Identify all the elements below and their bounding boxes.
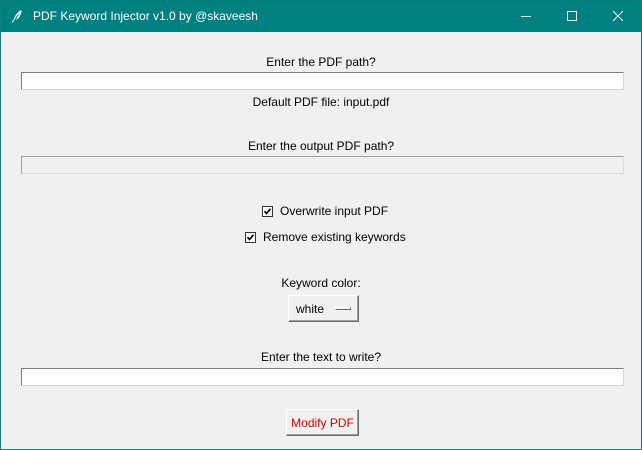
remove-keywords-checkbox[interactable] [245,232,256,243]
close-button[interactable] [595,1,641,32]
minimize-button[interactable] [503,1,549,32]
keyword-color-selected: white [296,302,325,316]
output-path-label: Enter the output PDF path? [247,139,395,153]
pdf-path-input[interactable] [21,72,624,90]
title-bar[interactable]: PDF Keyword Injector v1.0 by @skaveesh [1,1,641,32]
output-path-input[interactable] [21,156,624,174]
overwrite-checkbox-label: Overwrite input PDF [280,204,389,218]
pdf-path-label: Enter the PDF path? [266,55,376,69]
modify-pdf-button[interactable]: Modify PDF [286,409,359,436]
text-label: Enter the text to write? [260,350,382,364]
window-title: PDF Keyword Injector v1.0 by @skaveesh [33,9,258,23]
keyword-color-dropdown[interactable]: white [288,295,359,322]
remove-keywords-checkbox-label: Remove existing keywords [263,230,406,244]
remove-keywords-checkbox-row[interactable]: Remove existing keywords [245,230,406,245]
keyword-color-label: Keyword color: [281,276,361,290]
overwrite-checkbox-row[interactable]: Overwrite input PDF [262,204,388,219]
text-input[interactable] [21,368,624,386]
close-icon [612,8,624,26]
default-pdf-note: Default PDF file: input.pdf [252,95,390,109]
maximize-icon [567,8,577,26]
app-window: PDF Keyword Injector v1.0 by @skaveesh E… [0,0,642,450]
maximize-button[interactable] [549,1,595,32]
feather-icon [9,8,25,24]
dropdown-indicator-icon [335,307,351,310]
overwrite-checkbox[interactable] [262,206,273,217]
minimize-icon [521,8,531,26]
